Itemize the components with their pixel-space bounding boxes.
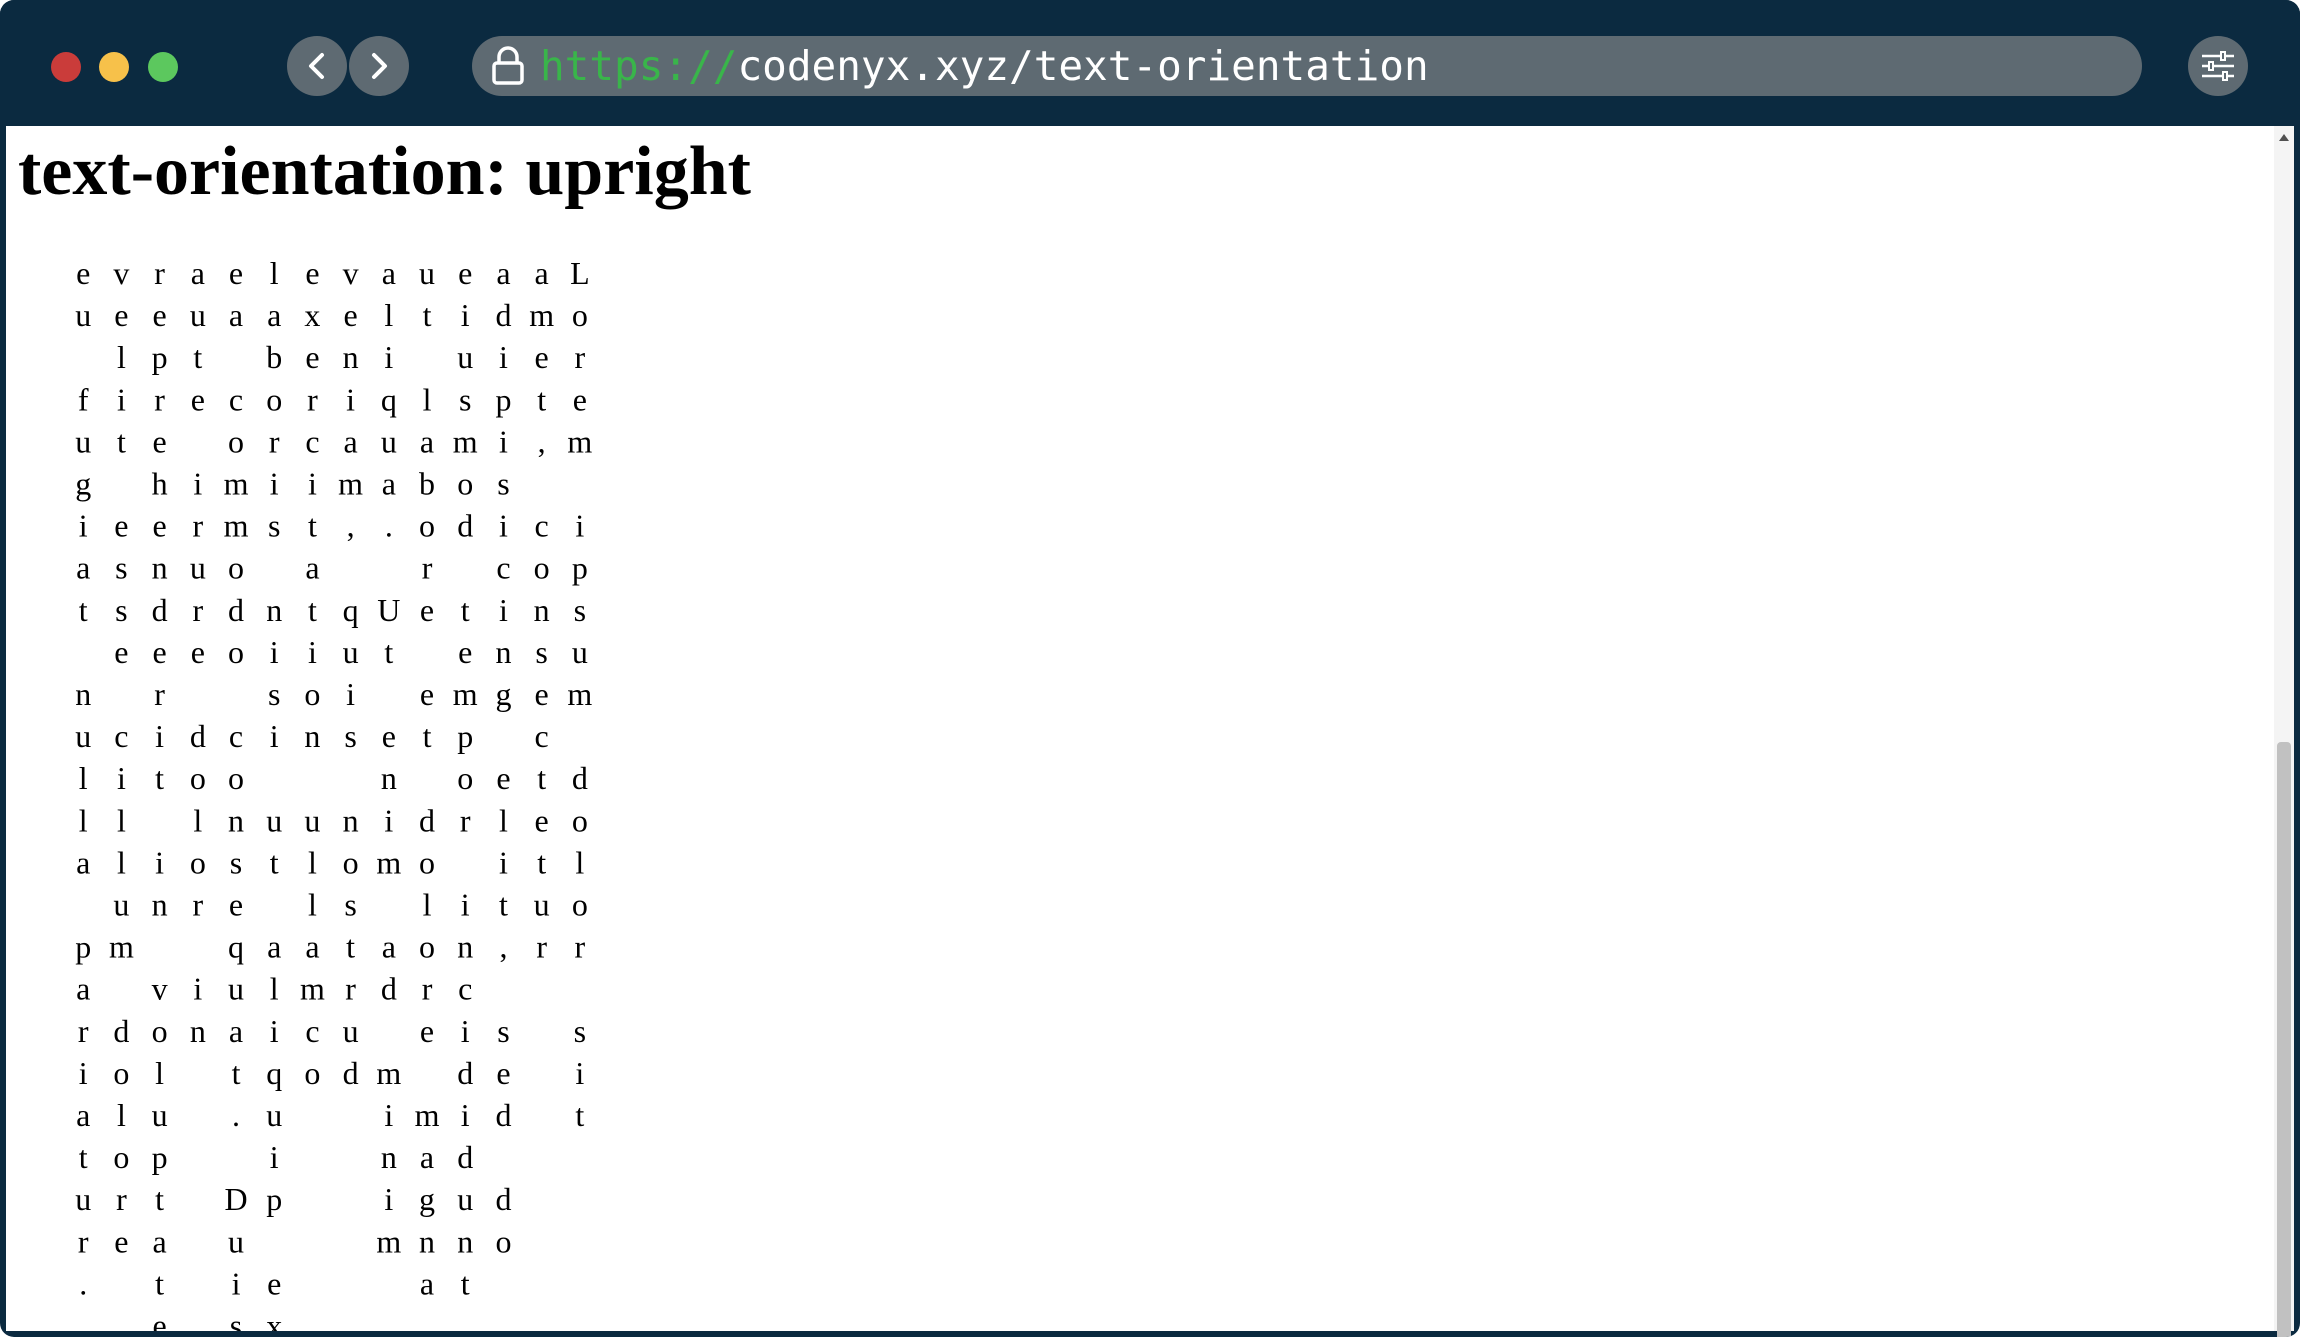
chevron-right-icon (372, 53, 387, 79)
address-bar[interactable]: https://codenyx.xyz/text-orientation (472, 36, 2142, 96)
menu-button[interactable] (2188, 36, 2248, 96)
vertical-scrollbar[interactable] (2274, 126, 2294, 1337)
scroll-up-arrow-icon[interactable] (2279, 134, 2289, 141)
zoom-window-button[interactable] (148, 52, 178, 82)
url-scheme: https:// (540, 42, 738, 90)
vertical-text-paragraph: Lorem ipsum dolor sit amet, consectetur … (65, 255, 598, 1331)
back-button[interactable] (287, 36, 347, 96)
scrollbar-thumb[interactable] (2277, 742, 2291, 1337)
url-host: codenyx.xyz/text-orientation (737, 42, 1429, 90)
chevron-left-icon (309, 53, 324, 79)
lock-icon (486, 44, 530, 88)
sliders-icon (2202, 51, 2234, 81)
page-viewport: text-orientation: upright Lorem ipsum do… (6, 126, 2274, 1331)
forward-button[interactable] (349, 36, 409, 96)
browser-window: https://codenyx.xyz/text-orientation tex… (0, 0, 2300, 1337)
url-text: https://codenyx.xyz/text-orientation (540, 42, 1429, 90)
page-heading: text-orientation: upright (18, 133, 751, 210)
close-window-button[interactable] (51, 52, 81, 82)
minimize-window-button[interactable] (99, 52, 129, 82)
browser-toolbar: https://codenyx.xyz/text-orientation (0, 0, 2300, 126)
